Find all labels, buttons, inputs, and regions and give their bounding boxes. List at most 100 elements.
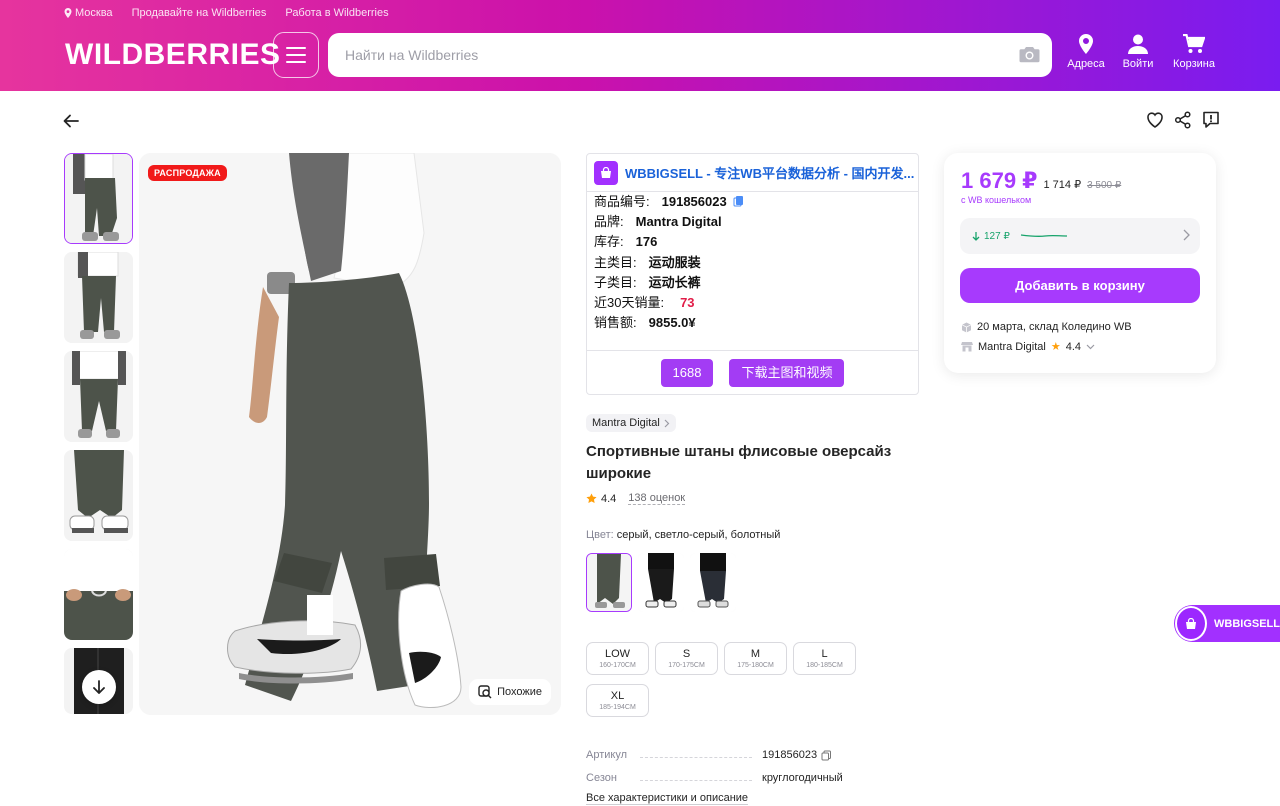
chevron-right-icon (664, 419, 670, 427)
camera-icon[interactable] (1019, 46, 1040, 63)
color-swatches (586, 553, 736, 612)
heart-icon[interactable] (1145, 110, 1165, 130)
spec-key: Сезон (586, 772, 617, 784)
price-trend-sparkline (1020, 234, 1067, 238)
main-product-image[interactable]: РАСПРОДАЖА Похожие (139, 153, 561, 715)
report-icon[interactable] (1201, 110, 1221, 130)
add-to-cart-button[interactable]: Добавить в корзину (960, 268, 1200, 303)
btn-1688[interactable]: 1688 (660, 358, 714, 387)
similar-button[interactable]: Похожие (469, 679, 551, 705)
chevron-down-icon (1086, 344, 1095, 349)
spec-dots (640, 757, 752, 758)
size-option[interactable]: XL 185-194CM (586, 684, 649, 717)
info-label: 商品编号: (594, 194, 650, 209)
thumbnails-scroll-down-button[interactable] (82, 670, 116, 704)
download-media-button[interactable]: 下载主图和视频 (729, 358, 845, 387)
size-option[interactable]: LOW 160-170CM (586, 642, 649, 675)
info-label: 主类目: (594, 254, 637, 270)
swatch-photo (690, 553, 736, 612)
logo[interactable]: WILDBERRIES (65, 38, 281, 72)
size-name: M (750, 648, 761, 660)
sell-link[interactable]: Продавайте на Wildberries (132, 7, 267, 19)
product-title: Спортивные штаны флисовые оверсайз широк… (586, 443, 892, 482)
info-label: 近30天销量: (594, 294, 665, 310)
thumbnail[interactable] (64, 549, 133, 640)
info-row-main-category: 主类目: 运动服装 (587, 253, 918, 273)
info-label: 库存: (594, 234, 624, 250)
size-range: 170-175CM (668, 662, 705, 669)
spec-row-season: Сезон круглогодичный (586, 761, 866, 784)
color-label: Цвет: серый, светло-серый, болотный (586, 529, 780, 541)
shop-icon (961, 342, 973, 352)
seller-rating: 4.4 (1065, 340, 1082, 353)
color-swatch[interactable] (586, 553, 632, 612)
copy-icon[interactable] (821, 750, 832, 761)
share-icon[interactable] (1173, 110, 1193, 130)
thumbnail[interactable] (64, 450, 133, 541)
size-name: XL (610, 690, 625, 702)
seller-info[interactable]: Mantra Digital ★ 4.4 (961, 340, 1095, 353)
color-label-key: Цвет: (586, 529, 614, 541)
color-swatch[interactable] (690, 553, 736, 612)
size-name: LOW (604, 648, 631, 660)
info-row-brand: 品牌: Mantra Digital (587, 212, 918, 232)
login-label: Войти (1122, 58, 1154, 70)
wbbigsell-float-button[interactable]: WBBIGSELL (1174, 605, 1280, 642)
copy-icon[interactable] (733, 195, 745, 207)
wbbigsell-logo-icon (594, 160, 618, 185)
spec-value: круглогодичный (762, 772, 843, 784)
wallet-note[interactable]: с WB кошельком (961, 195, 1031, 205)
panel-header: WBBIGSELL - 专注WB平台数据分析 - 国内开发... (587, 154, 918, 192)
info-value: 9855.0¥ (648, 315, 696, 331)
cart-icon (1183, 34, 1205, 53)
star-icon: ★ (1050, 341, 1061, 353)
search-input[interactable] (328, 33, 988, 77)
size-option[interactable]: M 175-180CM (724, 642, 787, 675)
location-link[interactable]: Москва (64, 7, 113, 19)
addresses-button[interactable]: Адреса (1066, 34, 1106, 70)
panel-title[interactable]: WBBIGSELL - 专注WB平台数据分析 - 国内开发... (625, 163, 915, 182)
location-pin-icon (1079, 34, 1093, 54)
wallet-price: 1 679 ₽ (961, 168, 1038, 193)
login-button[interactable]: Войти (1118, 34, 1158, 70)
reviews-link[interactable]: 138 оценок (628, 492, 686, 505)
back-button[interactable] (62, 112, 80, 135)
info-label: 销售额: (594, 315, 637, 331)
product-photo (64, 549, 133, 640)
size-name: L (821, 648, 828, 660)
info-row-revenue: 销售额: 9855.0¥ (587, 313, 918, 333)
cart-button[interactable]: Корзина (1166, 34, 1222, 70)
job-link[interactable]: Работа в Wildberries (285, 7, 388, 19)
size-name: S (682, 648, 691, 660)
info-row-subcategory: 子类目: 运动长裤 (587, 273, 918, 293)
wbbigsell-panel: WBBIGSELL - 专注WB平台数据分析 - 国内开发... 商品编号: 19… (586, 153, 919, 395)
spec-dots (640, 780, 752, 781)
location-pin-icon (64, 8, 72, 18)
info-value: 运动长裤 (648, 274, 701, 290)
delivery-text: 20 марта, склад Коледино WB (977, 321, 1132, 333)
size-option[interactable]: S 170-175CM (655, 642, 718, 675)
spec-row-article: Артикул 191856023 (586, 738, 866, 761)
old-price: 3 500 ₽ (1087, 180, 1122, 191)
menu-button[interactable] (273, 32, 319, 78)
wbbigsell-logo-icon (1175, 606, 1207, 641)
thumbnail[interactable] (64, 153, 133, 244)
all-specs-link[interactable]: Все характеристики и описание (586, 792, 749, 805)
price-history-button[interactable]: 127 ₽ (960, 218, 1200, 254)
box-icon (961, 322, 972, 332)
product-photo (139, 153, 561, 715)
arrow-left-icon (63, 114, 79, 128)
product-photo (64, 252, 133, 343)
header-actions: Адреса Войти Корзина (1066, 34, 1222, 70)
price-block: 1 679 ₽ 1 714 ₽ 3 500 ₽ (961, 168, 1121, 194)
brand-name: Mantra Digital (592, 417, 660, 429)
thumbnail[interactable] (64, 351, 133, 442)
thumbnail[interactable] (64, 252, 133, 343)
float-label: WBBIGSELL (1214, 617, 1280, 630)
similar-label: Похожие (497, 686, 542, 698)
thumbnail-list (64, 153, 133, 722)
color-swatch[interactable] (638, 553, 684, 612)
burger-line (286, 47, 306, 49)
size-option[interactable]: L 180-185CM (793, 642, 856, 675)
brand-chip[interactable]: Mantra Digital (586, 414, 676, 432)
